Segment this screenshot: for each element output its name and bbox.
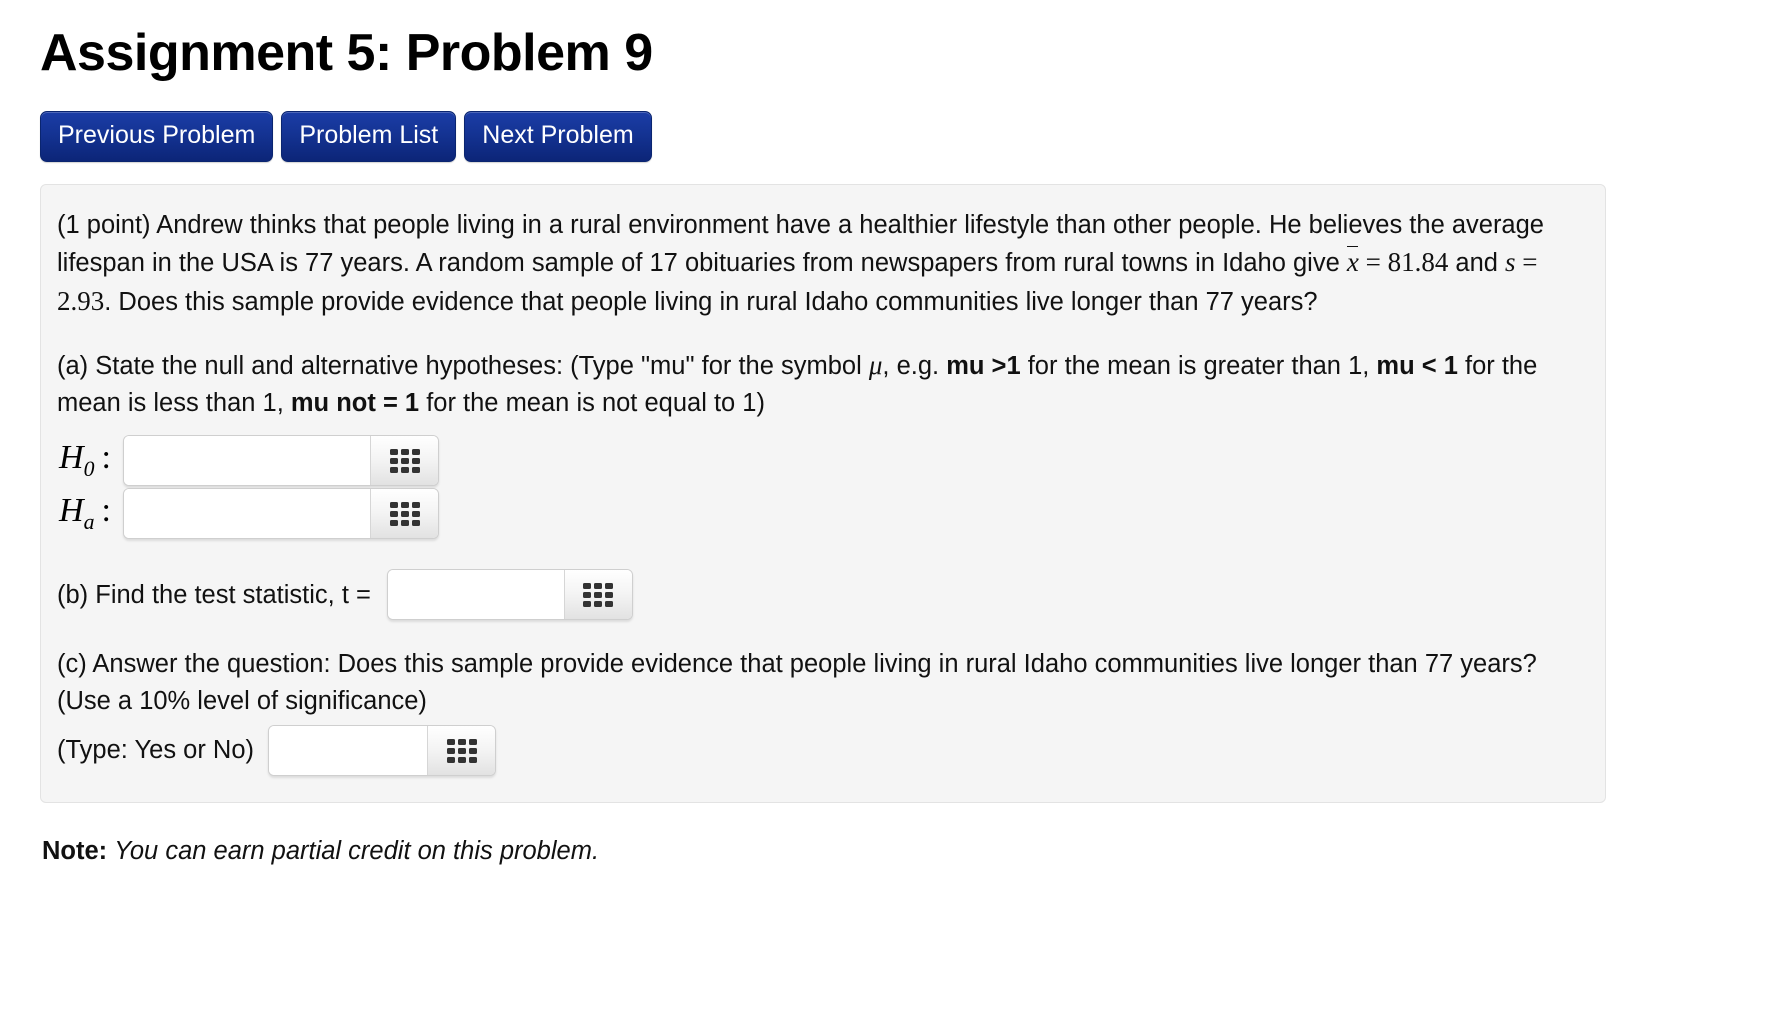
- alternative-hypothesis-input[interactable]: [124, 489, 370, 539]
- equals-sign-1: =: [1358, 247, 1388, 277]
- s-symbol: s: [1505, 247, 1516, 277]
- test-statistic-answer-widget: [386, 569, 633, 621]
- part-c-question: (c) Answer the question: Does this sampl…: [57, 650, 1537, 715]
- mu-symbol: μ: [868, 350, 883, 381]
- part-a-example-2: mu < 1: [1376, 352, 1458, 381]
- h-subscript: 0: [83, 457, 95, 482]
- navigation-buttons: Previous Problem Problem List Next Probl…: [40, 110, 1784, 162]
- part-a-example-1: mu >1: [946, 352, 1021, 381]
- colon: :: [101, 439, 111, 477]
- null-hypothesis-label: H0:: [57, 439, 123, 482]
- previous-problem-button[interactable]: Previous Problem: [40, 110, 274, 162]
- keypad-grid-icon: [446, 738, 477, 763]
- null-hypothesis-answer-widget: [123, 435, 439, 487]
- yes-no-input[interactable]: [269, 726, 428, 776]
- problem-stem-part2: . Does this sample provide evidence that…: [104, 287, 1318, 316]
- part-a-text-5: for the mean is not equal to 1): [419, 388, 765, 417]
- part-c-prompt: (Type: Yes or No): [57, 736, 255, 765]
- null-hypothesis-row: H0:: [57, 435, 1577, 487]
- h-letter: H: [59, 492, 84, 530]
- partial-credit-note: Note: You can earn partial credit on thi…: [42, 837, 1784, 866]
- part-a-example-3: mu not = 1: [290, 388, 420, 417]
- problem-stem-part1: (1 point) Andrew thinks that people livi…: [57, 210, 1544, 277]
- problem-statement: (1 point) Andrew thinks that people livi…: [57, 207, 1577, 321]
- x-bar-symbol: x: [1347, 243, 1359, 282]
- note-label: Note:: [42, 837, 108, 866]
- h-subscript: a: [83, 510, 95, 535]
- problem-list-button[interactable]: Problem List: [281, 110, 457, 162]
- note-text: You can earn partial credit on this prob…: [114, 837, 600, 866]
- keypad-grid-icon: [389, 448, 420, 473]
- equals-sign-2: =: [1515, 247, 1538, 277]
- keypad-grid-icon: [389, 501, 420, 526]
- null-hypothesis-input[interactable]: [124, 436, 370, 486]
- alternative-hypothesis-label: Ha:: [57, 492, 123, 535]
- keypad-button[interactable]: [370, 436, 438, 486]
- alternative-hypothesis-row: Ha:: [57, 488, 1577, 540]
- part-b-row: (b) Find the test statistic, t =: [57, 569, 1577, 621]
- and-word: and: [1448, 249, 1506, 277]
- part-a-instructions: (a) State the null and alternative hypot…: [57, 346, 1577, 421]
- alternative-hypothesis-answer-widget: [123, 488, 439, 540]
- page-title: Assignment 5: Problem 9: [40, 24, 653, 82]
- part-c-row: (Type: Yes or No): [57, 725, 1577, 777]
- part-a-text-3: for the mean is greater than 1,: [1020, 352, 1377, 381]
- keypad-button[interactable]: [427, 726, 496, 776]
- next-problem-button[interactable]: Next Problem: [464, 110, 652, 162]
- problem-panel: (1 point) Andrew thinks that people livi…: [40, 183, 1606, 804]
- keypad-button[interactable]: [370, 489, 438, 539]
- part-b-label: (b) Find the test statistic, t =: [57, 580, 371, 609]
- yes-no-answer-widget: [268, 725, 497, 777]
- h-letter: H: [59, 439, 84, 477]
- x-bar-value: 81.84: [1387, 247, 1449, 277]
- part-a-text-2: , e.g.: [882, 352, 947, 381]
- keypad-grid-icon: [583, 582, 614, 607]
- colon: :: [101, 492, 111, 530]
- keypad-button[interactable]: [563, 570, 632, 620]
- problem-page: Assignment 5: Problem 9 Previous Problem…: [0, 24, 1784, 1016]
- part-a-text-1: (a) State the null and alternative hypot…: [57, 352, 869, 381]
- test-statistic-input[interactable]: [387, 570, 564, 620]
- s-value: 2.93: [57, 285, 105, 316]
